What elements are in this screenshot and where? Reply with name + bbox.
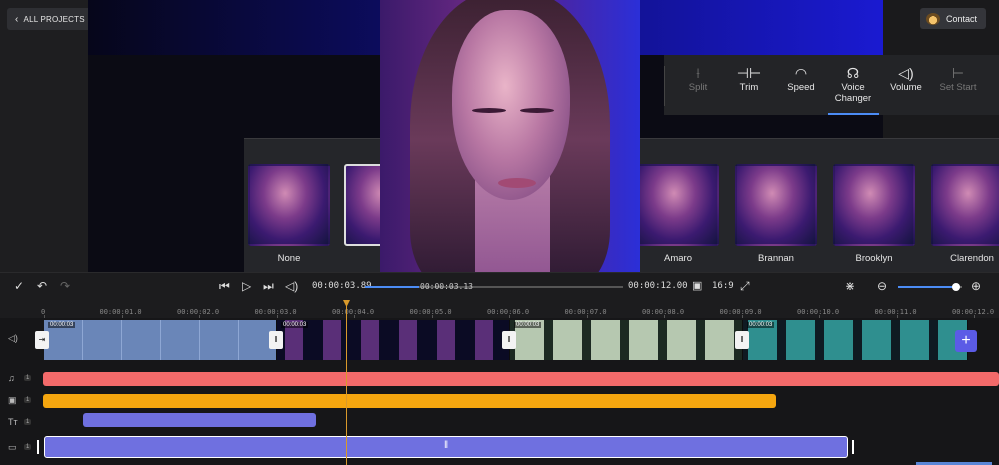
clip-duration: 00:00:03 <box>281 322 309 328</box>
fullscreen-icon[interactable]: ⤢ <box>740 279 750 293</box>
speed-icon: ◠ <box>794 65 808 81</box>
video-clip[interactable]: 00:00:03 <box>44 320 277 360</box>
filter-item[interactable]: Amaro <box>637 164 719 264</box>
scrubber-progress <box>365 286 419 288</box>
undo-icon[interactable]: ↶ <box>37 279 47 293</box>
video-clip[interactable]: 00:00:03 <box>743 320 968 360</box>
music-clip[interactable] <box>43 372 999 386</box>
video-clip[interactable]: 00:00:03 <box>510 320 743 360</box>
aspect-ratio-icon[interactable]: ▣ <box>692 279 702 293</box>
clip-duration: 00:00:03 <box>747 322 775 328</box>
contact-label: Contact <box>946 13 978 24</box>
chevron-left-icon: ‹ <box>15 13 19 25</box>
aspect-ratio-label[interactable]: 16:9 <box>712 281 734 291</box>
skip-forward-icon[interactable]: ⏭ <box>263 279 274 293</box>
video-frame <box>380 0 640 272</box>
split-label: Split <box>688 82 708 93</box>
clip-duration: 00:00:03 <box>514 322 542 328</box>
contact-button[interactable]: Contact <box>920 8 987 29</box>
filter-item[interactable]: None <box>248 164 330 264</box>
active-tool-indicator <box>828 113 879 115</box>
set-start-icon: ⊢ <box>951 65 965 81</box>
contact-avatar-icon <box>926 12 940 25</box>
current-time: 00:00:03.89 <box>312 281 372 291</box>
filter-item[interactable]: Brannan <box>735 164 817 264</box>
text-clip[interactable] <box>83 413 316 427</box>
track-audio-icon[interactable]: ◁) <box>8 333 18 344</box>
transition-button[interactable]: ‖ <box>735 331 749 349</box>
frame-face <box>452 10 570 200</box>
filter-label: Clarendon <box>950 253 994 264</box>
caption-icon: ▭ <box>8 442 17 452</box>
filter-label: Brannan <box>758 253 794 264</box>
filter-label: Brooklyn <box>855 253 893 264</box>
speed-label: Speed <box>787 82 815 93</box>
total-time: 00:00:12.00 <box>628 281 688 291</box>
voice-changer-button[interactable]: ☊ Voice Changer <box>827 64 879 104</box>
speed-button[interactable]: ◠ Speed <box>775 64 827 93</box>
voice-changer-label: Voice Changer <box>834 82 872 104</box>
clip-duration: 00:00:03 <box>48 322 76 328</box>
filter-label: None <box>277 253 301 264</box>
caption-grip-icon[interactable]: ‖ <box>444 440 448 451</box>
confirm-icon[interactable]: ✓ <box>14 279 24 293</box>
filter-thumbnail <box>735 164 817 246</box>
playhead[interactable] <box>346 302 347 465</box>
filter-item[interactable]: Brooklyn <box>833 164 915 264</box>
editor-root: ‹ ALL PROJECTS Contact None Gi Amaro Bra… <box>0 0 999 465</box>
clip-start-handle[interactable]: ⇥ <box>35 331 49 349</box>
volume-button[interactable]: ◁) Volume <box>880 64 932 93</box>
frame-eye <box>520 108 554 113</box>
volume-icon: ◁) <box>898 65 914 81</box>
scrubber-tooltip: 00:00:03.13 <box>420 282 473 291</box>
text-icon: Tт <box>8 417 18 427</box>
trim-button[interactable]: ⊣⊢ Trim <box>723 64 775 93</box>
track-count: 1 <box>24 397 32 403</box>
toolbar-divider <box>664 66 665 106</box>
trim-icon: ⊣⊢ <box>736 65 762 81</box>
frame-mouth <box>498 178 536 188</box>
left-panel <box>0 0 88 272</box>
fit-timeline-icon[interactable]: ⋇ <box>845 279 855 293</box>
filter-thumbnail <box>248 164 330 246</box>
zoom-in-icon[interactable]: ⊕ <box>971 279 981 293</box>
sticker-clip[interactable] <box>43 394 776 408</box>
split-button[interactable]: ⟊ Split <box>672 64 724 93</box>
voice-changer-icon: ☊ <box>846 65 860 81</box>
track-count: 1 <box>24 419 32 425</box>
track-count: 1 <box>24 375 32 381</box>
all-projects-button[interactable]: ‹ ALL PROJECTS <box>7 8 93 30</box>
add-media-button[interactable]: + <box>955 330 977 352</box>
trim-label: Trim <box>739 82 759 93</box>
play-icon[interactable]: ▷ <box>242 279 251 293</box>
zoom-out-icon[interactable]: ⊖ <box>877 279 887 293</box>
filter-thumbnail <box>931 164 999 246</box>
filter-label: Amaro <box>664 253 692 264</box>
zoom-slider-fill <box>898 286 956 288</box>
filter-thumbnail <box>833 164 915 246</box>
music-icon: ♫ <box>8 373 15 383</box>
zoom-slider-knob[interactable] <box>952 283 960 291</box>
redo-icon[interactable]: ↷ <box>60 279 70 293</box>
volume-label: Volume <box>890 82 922 93</box>
all-projects-label: ALL PROJECTS <box>23 14 85 24</box>
skip-back-icon[interactable]: ⏮ <box>219 279 230 293</box>
set-start-button[interactable]: ⊢ Set Start <box>932 64 984 93</box>
sticker-icon: ▣ <box>8 395 17 405</box>
speaker-icon[interactable]: ◁) <box>285 279 298 293</box>
filter-thumbnail <box>637 164 719 246</box>
transition-button[interactable]: ‖ <box>269 331 283 349</box>
set-start-label: Set Start <box>939 82 977 93</box>
track-count: 1 <box>24 444 32 450</box>
transition-button[interactable]: ‖ <box>502 331 516 349</box>
filter-item[interactable]: Clarendon <box>931 164 999 264</box>
video-clip[interactable]: 00:00:03 <box>277 320 510 360</box>
split-icon: ⟊ <box>696 65 700 81</box>
caption-right-handle[interactable] <box>852 440 854 454</box>
frame-eye <box>472 108 506 113</box>
caption-left-handle[interactable] <box>37 440 39 454</box>
